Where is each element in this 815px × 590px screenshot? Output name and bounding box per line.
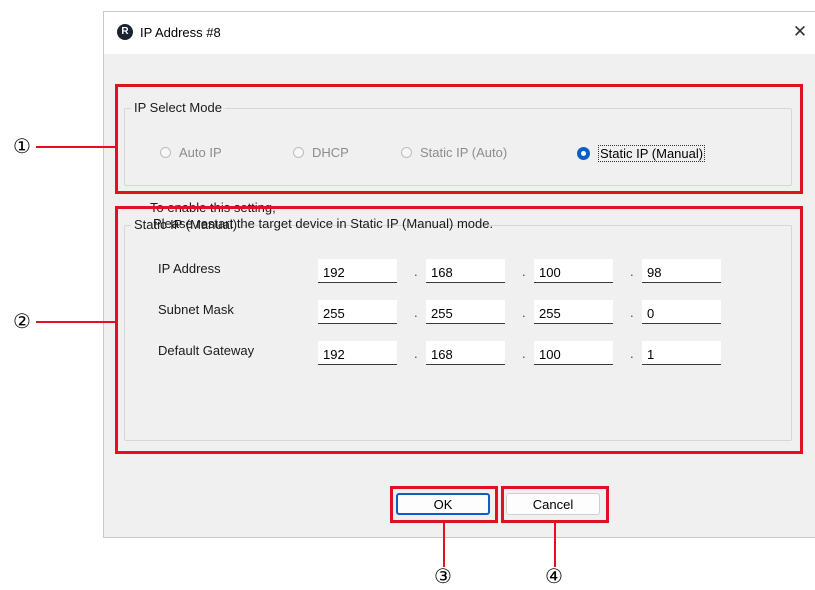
callout-line-3	[443, 523, 445, 567]
window-title: IP Address #8	[140, 25, 221, 40]
highlight-ok-button	[390, 486, 498, 523]
highlight-static-ip-manual	[115, 206, 803, 454]
callout-line-1	[36, 146, 116, 148]
callout-4: ④	[545, 564, 563, 588]
callout-line-2	[36, 321, 116, 323]
callout-2: ②	[13, 309, 31, 333]
title-bar: R IP Address #8 ✕	[104, 12, 815, 54]
app-logo-icon: R	[117, 24, 133, 40]
callout-3: ③	[434, 564, 452, 588]
callout-line-4	[554, 523, 556, 567]
highlight-ip-select-mode	[115, 84, 803, 194]
highlight-cancel-button	[501, 486, 609, 523]
close-icon[interactable]: ✕	[789, 21, 811, 43]
callout-1: ①	[13, 134, 31, 158]
